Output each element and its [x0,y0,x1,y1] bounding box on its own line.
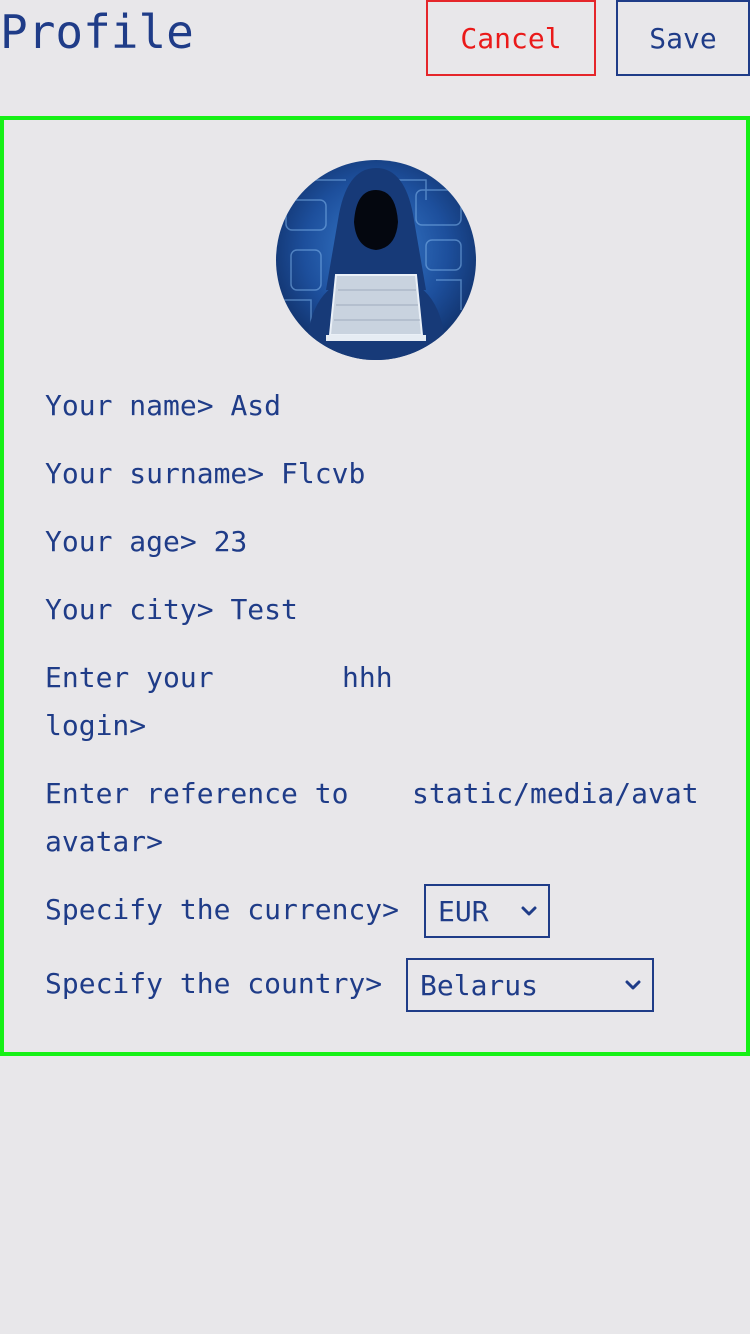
page-title: Profile [0,5,194,59]
currency-label: Specify the currency> [45,893,400,926]
name-field[interactable]: Asd [230,382,281,430]
avatar[interactable] [276,160,476,360]
avatar-ref-field[interactable]: static/media/avat [412,770,699,818]
currency-row: Specify the currency> [45,886,399,934]
city-row: Your city> Test [45,586,298,634]
age-row: Your age> 23 [45,518,247,566]
city-label: Your city> [45,593,214,626]
age-label: Your age> [45,525,197,558]
hooded-hacker-avatar-icon [276,160,476,360]
name-label: Your name> [45,389,214,422]
avatar-ref-label-line2: avatar> [45,825,164,858]
login-label-line2: login> [45,709,147,742]
country-select[interactable]: Belarus [406,958,654,1012]
login-label-line1: Enter your [45,661,214,694]
login-row: Enter your login> [45,654,214,750]
surname-row: Your surname> Flcvb [45,450,365,498]
name-row: Your name> Asd [45,382,281,430]
surname-field[interactable]: Flcvb [281,450,365,498]
age-field[interactable]: 23 [214,518,248,566]
avatar-ref-row: Enter reference to avatar> [45,770,348,866]
save-button[interactable]: Save [616,0,750,76]
city-field[interactable]: Test [230,586,297,634]
surname-label: Your surname> [45,457,265,490]
currency-select[interactable]: EUR [424,884,550,938]
country-select-value: Belarus [420,968,539,1002]
country-row: Specify the country> [45,960,382,1008]
profile-form-panel: Your name> Asd Your surname> Flcvb Your … [0,116,750,1056]
currency-select-value: EUR [438,894,489,928]
chevron-down-icon [521,906,537,916]
login-field[interactable]: hhh [342,654,393,702]
cancel-button[interactable]: Cancel [426,0,596,76]
chevron-down-icon [625,980,641,990]
avatar-ref-label-line1: Enter reference to [45,777,349,810]
country-label: Specify the country> [45,967,383,1000]
